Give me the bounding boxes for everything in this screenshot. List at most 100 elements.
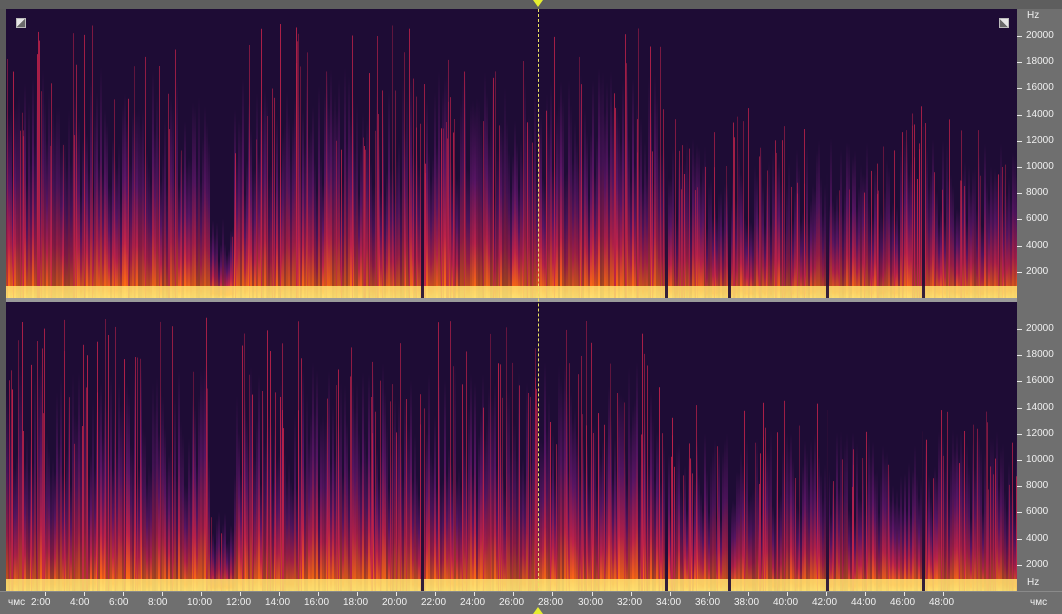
- spectrogram-column: [698, 147, 700, 298]
- frequency-label: 2000: [1026, 266, 1049, 277]
- spectrogram-column: [206, 121, 208, 298]
- frequency-tick: [1017, 460, 1022, 461]
- spectrogram-column: [166, 184, 168, 298]
- spectrogram-column: [622, 79, 624, 298]
- zoom-in-corner-icon[interactable]: [999, 18, 1009, 28]
- playhead-cursor[interactable]: [538, 9, 539, 591]
- spectrogram-streak: [377, 36, 378, 298]
- spectrogram-gap: [665, 9, 668, 298]
- spectrogram-column: [618, 115, 620, 298]
- time-tick: [435, 592, 436, 596]
- spectrogram-column: [460, 98, 462, 298]
- spectrogram-column: [956, 433, 958, 591]
- time-ruler[interactable]: чмс чмс 2:00 4:00 6:00 8:00 10:00 12:00 14:00 1…: [0, 591, 1062, 614]
- time-label: 42:00: [812, 597, 838, 608]
- spectrogram-streak: [926, 439, 927, 591]
- spectrogram-column: [290, 155, 292, 298]
- spectrogram-column: [716, 217, 718, 298]
- spectrogram-streak: [82, 426, 83, 591]
- spectrogram-column: [70, 159, 72, 298]
- spectrogram-column: [520, 465, 522, 591]
- spectrogram-column: [706, 470, 708, 591]
- spectrogram-column: [900, 475, 902, 591]
- spectrogram-column: [670, 178, 672, 298]
- spectrogram-column: [194, 405, 196, 591]
- spectrogram-column: [1010, 486, 1012, 591]
- spectrogram-column: [264, 88, 266, 298]
- spectrogram-streak: [38, 31, 39, 298]
- zoom-out-corner-icon[interactable]: [16, 18, 26, 28]
- spectrogram-column: [644, 139, 646, 298]
- frequency-label: 8000: [1026, 187, 1049, 198]
- frequency-scale-left: Hz 20000 18000 16000 14000 12000 10000 8000 6000…: [1017, 9, 1062, 298]
- spectrogram-column: [846, 433, 848, 591]
- spectrogram-column: [94, 112, 96, 298]
- playhead-marker-top-icon[interactable]: [533, 0, 543, 7]
- spectrogram-streak: [550, 421, 551, 591]
- spectrogram-streak: [352, 35, 353, 298]
- spectrogram-column: [844, 441, 846, 591]
- spectrogram-gap: [826, 9, 829, 298]
- spectrogram-column: [398, 141, 400, 298]
- spectrogram-column: [60, 374, 62, 591]
- spectrogram-column: [702, 509, 704, 591]
- spectrogram-gap: [728, 302, 731, 591]
- spectrogram-column: [938, 431, 940, 591]
- spectrogram-column: [840, 149, 842, 298]
- spectrogram-column: [122, 403, 124, 591]
- playhead-marker-bottom-icon[interactable]: [533, 607, 543, 614]
- spectrogram-streak: [409, 28, 410, 298]
- spectrogram-streak: [483, 121, 484, 298]
- frequency-label: 12000: [1026, 135, 1054, 146]
- spectrogram-streak: [424, 84, 425, 298]
- time-label: 24:00: [460, 597, 486, 608]
- spectrogram-streak: [933, 478, 934, 591]
- spectrogram-streak: [662, 433, 663, 591]
- spectrogram-column: [960, 430, 962, 591]
- spectrogram-column: [892, 202, 894, 298]
- spectrogram-column: [372, 184, 374, 298]
- spectrogram-column: [640, 118, 642, 298]
- spectrogram-column: [262, 105, 264, 298]
- spectrogram-column: [184, 121, 186, 298]
- spectrogram-column: [66, 164, 68, 298]
- spectrogram-streak: [453, 132, 454, 298]
- spectrogram-streak: [280, 396, 281, 591]
- spectrogram-column: [304, 464, 306, 591]
- spectrogram-column: [818, 140, 820, 298]
- time-tick: [318, 592, 319, 596]
- spectrogram-column: [958, 209, 960, 298]
- spectrogram-column: [554, 477, 556, 591]
- spectrogram-streak: [743, 121, 744, 298]
- spectrogram-streak: [168, 93, 169, 298]
- spectrogram-streak: [536, 388, 537, 591]
- spectrogram-streak: [647, 365, 648, 591]
- spectrogram-streak: [76, 64, 77, 298]
- spectrogram-column: [786, 432, 788, 591]
- spectrogram-streak: [866, 431, 867, 591]
- spectrogram-streak: [392, 25, 393, 298]
- spectrogram-streak: [454, 119, 455, 298]
- spectrogram-streak: [626, 63, 627, 298]
- spectrogram-column: [546, 427, 548, 591]
- spectrogram-column: [170, 96, 172, 298]
- spectrogram-streak: [249, 44, 250, 298]
- spectrogram-channel-right[interactable]: [6, 302, 1017, 591]
- spectrogram-column: [894, 502, 896, 591]
- spectrogram-column: [344, 385, 346, 591]
- spectrogram-column: [550, 81, 552, 298]
- spectrogram-column: [968, 464, 970, 591]
- spectrogram-channel-left[interactable]: [6, 9, 1017, 298]
- spectrogram-column: [124, 93, 126, 298]
- spectrogram-column: [510, 450, 512, 591]
- spectrogram-column: [738, 146, 740, 298]
- spectrogram-column: [678, 443, 680, 591]
- spectrogram-column: [176, 76, 178, 298]
- spectrogram-streak: [499, 125, 500, 298]
- spectrogram-streak: [43, 413, 44, 591]
- spectrogram-streak: [995, 458, 996, 591]
- spectrogram-streak: [86, 387, 87, 591]
- spectrogram-column: [874, 472, 876, 591]
- spectrogram-streak: [862, 458, 863, 591]
- spectrogram-column: [710, 460, 712, 591]
